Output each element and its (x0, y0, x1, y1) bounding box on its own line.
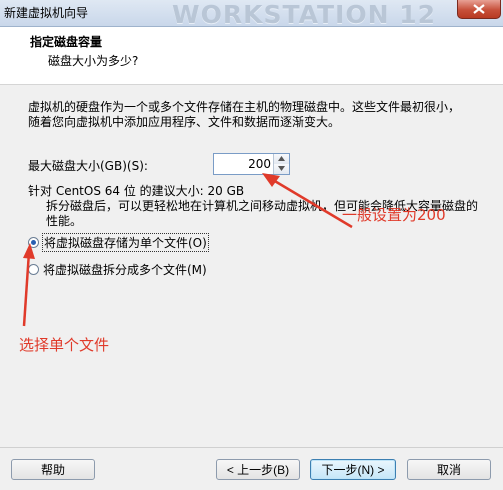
disk-size-spinbox[interactable] (213, 153, 290, 175)
back-button[interactable]: < 上一步(B) (216, 459, 300, 480)
help-button[interactable]: 帮助 (11, 459, 95, 480)
annotation-file-note: 选择单个文件 (19, 336, 110, 354)
close-icon (473, 4, 485, 14)
wizard-header: 指定磁盘容量 磁盘大小为多少? (0, 27, 503, 85)
disk-size-input[interactable] (214, 154, 274, 174)
window-title: 新建虚拟机向导 (4, 6, 89, 20)
option-single-file[interactable]: 将虚拟磁盘存储为单个文件(O) (28, 233, 209, 252)
wizard-body: 虚拟机的硬盘作为一个或多个文件存储在主机的物理磁盘中。这些文件最初很小，随着您向… (0, 85, 503, 445)
footer-divider (0, 447, 503, 448)
option-single-file-label[interactable]: 将虚拟磁盘存储为单个文件(O) (42, 233, 209, 252)
page-subtitle: 磁盘大小为多少? (48, 54, 139, 68)
close-button[interactable] (457, 0, 501, 19)
title-bar: 新建虚拟机向导 WORKSTATION 12 (0, 0, 503, 29)
spin-down-button[interactable] (273, 164, 289, 174)
workstation-watermark: WORKSTATION 12 (172, 0, 436, 29)
disk-size-label: 最大磁盘大小(GB)(S): (28, 159, 148, 173)
cancel-button[interactable]: 取消 (407, 459, 491, 480)
chevron-down-icon (278, 166, 285, 171)
disk-description: 虚拟机的硬盘作为一个或多个文件存储在主机的物理磁盘中。这些文件最初很小，随着您向… (28, 100, 461, 129)
radio-single-file[interactable] (28, 237, 39, 248)
radio-split-files[interactable] (28, 264, 39, 275)
recommended-size: 针对 CentOS 64 位 的建议大小: 20 GB (28, 184, 245, 198)
chevron-up-icon (278, 156, 285, 161)
option-split-files[interactable]: 将虚拟磁盘拆分成多个文件(M) (28, 261, 207, 278)
next-button[interactable]: 下一步(N) > (310, 459, 396, 480)
page-title: 指定磁盘容量 (30, 35, 103, 49)
option-split-files-label[interactable]: 将虚拟磁盘拆分成多个文件(M) (43, 261, 207, 278)
annotation-size-note: 一般设置为200 (342, 206, 446, 224)
